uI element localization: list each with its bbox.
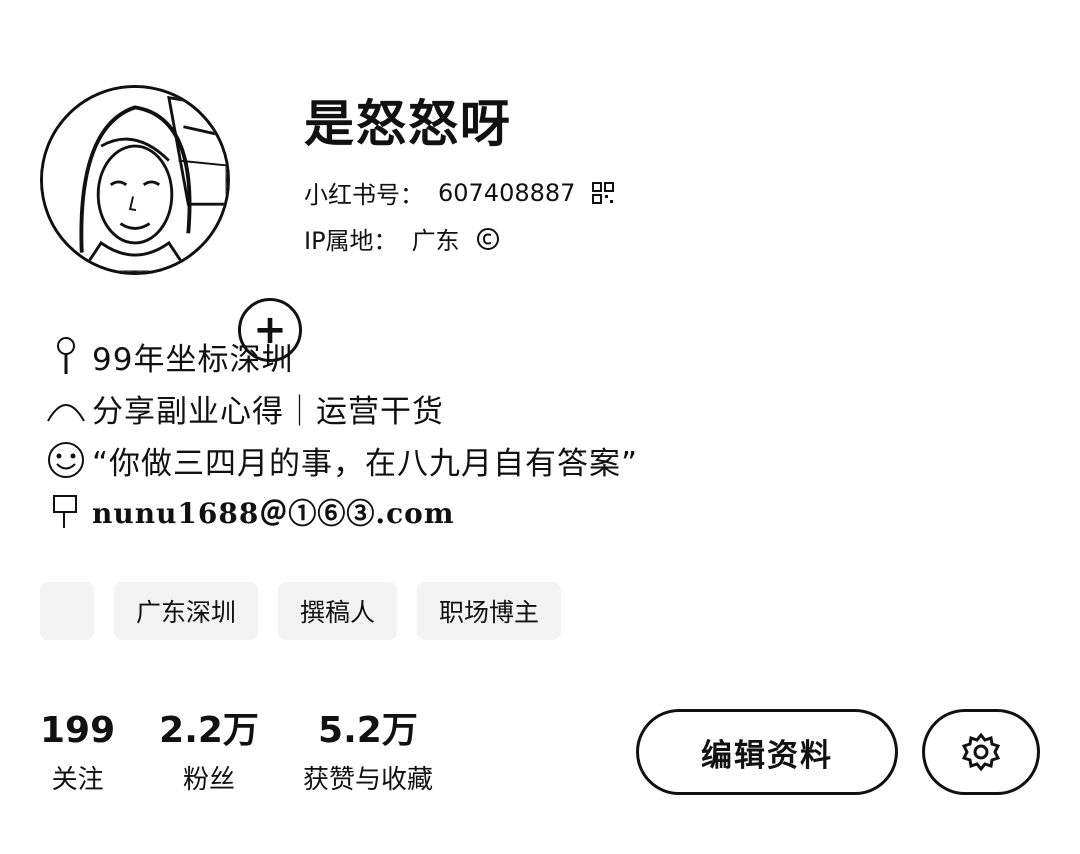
- rainbow-emoji-icon: [40, 382, 92, 434]
- avatar[interactable]: [40, 85, 230, 275]
- stat-label: 关注: [51, 765, 104, 795]
- bio-line: nunu1688＠①⑥③.com: [40, 486, 800, 538]
- settings-button[interactable]: [922, 709, 1040, 795]
- stat-likes-collections[interactable]: 5.2万 获赞与收藏: [303, 708, 433, 800]
- mailbox-emoji-icon: [40, 486, 92, 538]
- tag-category: 职场博主: [417, 582, 562, 640]
- stat-following[interactable]: 199 关注: [40, 708, 115, 800]
- gender-tag: [40, 582, 94, 640]
- stat-label: 获赞与收藏: [302, 765, 433, 795]
- bio-line: 分享副业心得｜运营干货: [40, 382, 800, 434]
- tag-occupation: 撰稿人: [278, 582, 398, 640]
- ip-location-row: IP属地： 广东: [304, 221, 502, 256]
- user-id-value: 607408887: [438, 178, 576, 207]
- stat-value: 199: [40, 710, 116, 751]
- tag-location: 广东深圳: [114, 582, 259, 640]
- info-circle-icon[interactable]: [474, 225, 502, 253]
- stat-value: 2.2万: [159, 710, 259, 751]
- gear-icon: [961, 732, 1001, 772]
- stat-label: 粉丝: [183, 765, 236, 795]
- avatar-container: +: [40, 85, 302, 362]
- edit-profile-button[interactable]: 编辑资料: [636, 709, 898, 795]
- bio-line: 99年坐标深圳: [40, 330, 800, 382]
- avatar-portrait-image: [43, 88, 227, 272]
- username: 是怒怒呀: [304, 95, 512, 153]
- smile-emoji-icon: [40, 434, 92, 486]
- bio-text: “你做三四月的事，在八九月自有答案”: [92, 445, 639, 482]
- bio-text: 99年坐标深圳: [92, 341, 294, 378]
- stat-followers[interactable]: 2.2万 粉丝: [159, 708, 259, 800]
- contact-email: nunu1688＠①⑥③.com: [92, 497, 455, 530]
- bio-section: 99年坐标深圳 分享副业心得｜运营干货 “你做三四月的事，在八九月自有答案” n…: [40, 330, 800, 538]
- user-id-row: 小红书号： 607408887: [304, 175, 617, 210]
- bio-text: 分享副业心得｜运营干货: [92, 393, 444, 430]
- ip-location-label: IP属地：: [304, 227, 398, 255]
- pin-emoji-icon: [40, 330, 92, 382]
- stat-value: 5.2万: [318, 710, 418, 751]
- bio-line: “你做三四月的事，在八九月自有答案”: [40, 434, 800, 486]
- user-id-label: 小红书号：: [304, 181, 424, 209]
- ip-location-value: 广东: [411, 227, 460, 255]
- stats-row: 199 关注 2.2万 粉丝 5.2万 获赞与收藏: [40, 708, 477, 800]
- tag-list: 广东深圳 撰稿人 职场博主: [40, 580, 680, 642]
- qr-code-icon[interactable]: [589, 179, 617, 207]
